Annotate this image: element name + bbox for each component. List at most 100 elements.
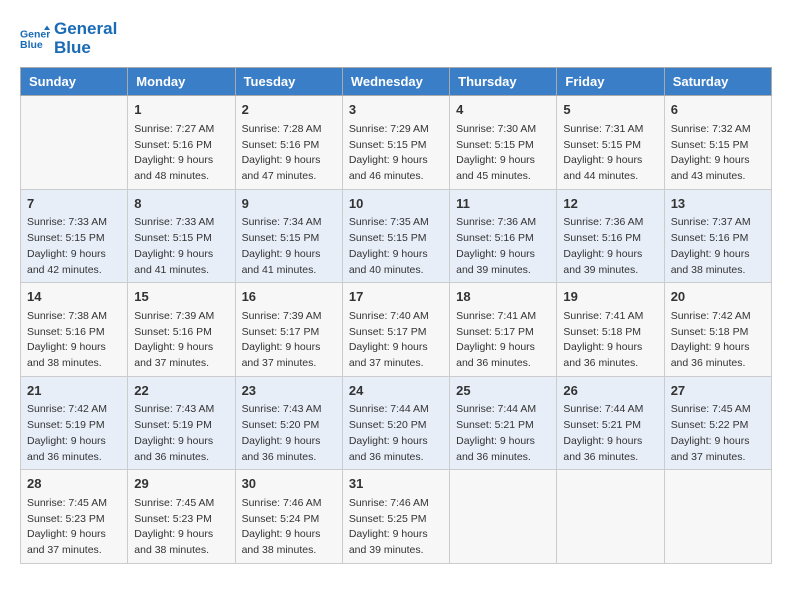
day-cell: 26Sunrise: 7:44 AMSunset: 5:21 PMDayligh… bbox=[557, 376, 664, 470]
day-cell: 29Sunrise: 7:45 AMSunset: 5:23 PMDayligh… bbox=[128, 470, 235, 564]
day-info: Sunrise: 7:45 AMSunset: 5:23 PMDaylight:… bbox=[27, 496, 121, 559]
day-number: 13 bbox=[671, 194, 765, 214]
day-cell: 16Sunrise: 7:39 AMSunset: 5:17 PMDayligh… bbox=[235, 283, 342, 377]
day-number: 5 bbox=[563, 100, 657, 120]
page-header: General Blue General Blue bbox=[20, 20, 772, 57]
day-cell: 28Sunrise: 7:45 AMSunset: 5:23 PMDayligh… bbox=[21, 470, 128, 564]
day-info: Sunrise: 7:44 AMSunset: 5:21 PMDaylight:… bbox=[456, 402, 550, 465]
logo-line1: General bbox=[54, 20, 117, 39]
day-cell: 25Sunrise: 7:44 AMSunset: 5:21 PMDayligh… bbox=[450, 376, 557, 470]
day-number: 28 bbox=[27, 474, 121, 494]
col-header-saturday: Saturday bbox=[664, 68, 771, 96]
day-info: Sunrise: 7:36 AMSunset: 5:16 PMDaylight:… bbox=[456, 215, 550, 278]
day-info: Sunrise: 7:41 AMSunset: 5:17 PMDaylight:… bbox=[456, 309, 550, 372]
day-number: 10 bbox=[349, 194, 443, 214]
day-cell: 9Sunrise: 7:34 AMSunset: 5:15 PMDaylight… bbox=[235, 189, 342, 283]
day-info: Sunrise: 7:41 AMSunset: 5:18 PMDaylight:… bbox=[563, 309, 657, 372]
col-header-monday: Monday bbox=[128, 68, 235, 96]
col-header-friday: Friday bbox=[557, 68, 664, 96]
day-number: 25 bbox=[456, 381, 550, 401]
day-number: 4 bbox=[456, 100, 550, 120]
header-row: SundayMondayTuesdayWednesdayThursdayFrid… bbox=[21, 68, 772, 96]
day-number: 17 bbox=[349, 287, 443, 307]
day-info: Sunrise: 7:35 AMSunset: 5:15 PMDaylight:… bbox=[349, 215, 443, 278]
day-info: Sunrise: 7:39 AMSunset: 5:17 PMDaylight:… bbox=[242, 309, 336, 372]
day-cell bbox=[557, 470, 664, 564]
day-number: 8 bbox=[134, 194, 228, 214]
logo-line2: Blue bbox=[54, 39, 117, 58]
day-info: Sunrise: 7:46 AMSunset: 5:25 PMDaylight:… bbox=[349, 496, 443, 559]
day-number: 12 bbox=[563, 194, 657, 214]
day-cell: 23Sunrise: 7:43 AMSunset: 5:20 PMDayligh… bbox=[235, 376, 342, 470]
day-cell: 8Sunrise: 7:33 AMSunset: 5:15 PMDaylight… bbox=[128, 189, 235, 283]
day-info: Sunrise: 7:42 AMSunset: 5:18 PMDaylight:… bbox=[671, 309, 765, 372]
day-cell: 12Sunrise: 7:36 AMSunset: 5:16 PMDayligh… bbox=[557, 189, 664, 283]
day-number: 22 bbox=[134, 381, 228, 401]
day-number: 20 bbox=[671, 287, 765, 307]
day-info: Sunrise: 7:32 AMSunset: 5:15 PMDaylight:… bbox=[671, 122, 765, 185]
day-info: Sunrise: 7:40 AMSunset: 5:17 PMDaylight:… bbox=[349, 309, 443, 372]
day-number: 21 bbox=[27, 381, 121, 401]
calendar-table: SundayMondayTuesdayWednesdayThursdayFrid… bbox=[20, 67, 772, 564]
day-number: 14 bbox=[27, 287, 121, 307]
day-number: 23 bbox=[242, 381, 336, 401]
day-info: Sunrise: 7:45 AMSunset: 5:23 PMDaylight:… bbox=[134, 496, 228, 559]
day-info: Sunrise: 7:37 AMSunset: 5:16 PMDaylight:… bbox=[671, 215, 765, 278]
day-cell: 11Sunrise: 7:36 AMSunset: 5:16 PMDayligh… bbox=[450, 189, 557, 283]
day-info: Sunrise: 7:44 AMSunset: 5:21 PMDaylight:… bbox=[563, 402, 657, 465]
day-info: Sunrise: 7:39 AMSunset: 5:16 PMDaylight:… bbox=[134, 309, 228, 372]
day-info: Sunrise: 7:27 AMSunset: 5:16 PMDaylight:… bbox=[134, 122, 228, 185]
day-cell: 18Sunrise: 7:41 AMSunset: 5:17 PMDayligh… bbox=[450, 283, 557, 377]
day-cell: 21Sunrise: 7:42 AMSunset: 5:19 PMDayligh… bbox=[21, 376, 128, 470]
day-cell: 27Sunrise: 7:45 AMSunset: 5:22 PMDayligh… bbox=[664, 376, 771, 470]
logo: General Blue General Blue bbox=[20, 20, 117, 57]
day-cell: 13Sunrise: 7:37 AMSunset: 5:16 PMDayligh… bbox=[664, 189, 771, 283]
day-info: Sunrise: 7:34 AMSunset: 5:15 PMDaylight:… bbox=[242, 215, 336, 278]
day-number: 11 bbox=[456, 194, 550, 214]
day-number: 26 bbox=[563, 381, 657, 401]
col-header-thursday: Thursday bbox=[450, 68, 557, 96]
week-row-5: 28Sunrise: 7:45 AMSunset: 5:23 PMDayligh… bbox=[21, 470, 772, 564]
day-cell: 22Sunrise: 7:43 AMSunset: 5:19 PMDayligh… bbox=[128, 376, 235, 470]
day-cell: 5Sunrise: 7:31 AMSunset: 5:15 PMDaylight… bbox=[557, 96, 664, 190]
day-number: 31 bbox=[349, 474, 443, 494]
day-number: 1 bbox=[134, 100, 228, 120]
day-cell: 2Sunrise: 7:28 AMSunset: 5:16 PMDaylight… bbox=[235, 96, 342, 190]
day-info: Sunrise: 7:29 AMSunset: 5:15 PMDaylight:… bbox=[349, 122, 443, 185]
day-number: 7 bbox=[27, 194, 121, 214]
day-number: 19 bbox=[563, 287, 657, 307]
day-number: 30 bbox=[242, 474, 336, 494]
day-number: 15 bbox=[134, 287, 228, 307]
day-cell: 14Sunrise: 7:38 AMSunset: 5:16 PMDayligh… bbox=[21, 283, 128, 377]
week-row-4: 21Sunrise: 7:42 AMSunset: 5:19 PMDayligh… bbox=[21, 376, 772, 470]
day-info: Sunrise: 7:36 AMSunset: 5:16 PMDaylight:… bbox=[563, 215, 657, 278]
day-cell: 4Sunrise: 7:30 AMSunset: 5:15 PMDaylight… bbox=[450, 96, 557, 190]
day-cell: 30Sunrise: 7:46 AMSunset: 5:24 PMDayligh… bbox=[235, 470, 342, 564]
day-info: Sunrise: 7:46 AMSunset: 5:24 PMDaylight:… bbox=[242, 496, 336, 559]
day-cell: 1Sunrise: 7:27 AMSunset: 5:16 PMDaylight… bbox=[128, 96, 235, 190]
day-cell bbox=[450, 470, 557, 564]
day-number: 9 bbox=[242, 194, 336, 214]
day-cell: 6Sunrise: 7:32 AMSunset: 5:15 PMDaylight… bbox=[664, 96, 771, 190]
day-cell bbox=[21, 96, 128, 190]
day-info: Sunrise: 7:30 AMSunset: 5:15 PMDaylight:… bbox=[456, 122, 550, 185]
day-info: Sunrise: 7:38 AMSunset: 5:16 PMDaylight:… bbox=[27, 309, 121, 372]
day-number: 2 bbox=[242, 100, 336, 120]
day-info: Sunrise: 7:44 AMSunset: 5:20 PMDaylight:… bbox=[349, 402, 443, 465]
logo-icon: General Blue bbox=[20, 24, 50, 54]
day-info: Sunrise: 7:33 AMSunset: 5:15 PMDaylight:… bbox=[134, 215, 228, 278]
day-cell: 17Sunrise: 7:40 AMSunset: 5:17 PMDayligh… bbox=[342, 283, 449, 377]
day-number: 24 bbox=[349, 381, 443, 401]
week-row-3: 14Sunrise: 7:38 AMSunset: 5:16 PMDayligh… bbox=[21, 283, 772, 377]
day-cell: 3Sunrise: 7:29 AMSunset: 5:15 PMDaylight… bbox=[342, 96, 449, 190]
day-info: Sunrise: 7:28 AMSunset: 5:16 PMDaylight:… bbox=[242, 122, 336, 185]
svg-text:Blue: Blue bbox=[20, 39, 43, 51]
day-info: Sunrise: 7:31 AMSunset: 5:15 PMDaylight:… bbox=[563, 122, 657, 185]
day-info: Sunrise: 7:43 AMSunset: 5:19 PMDaylight:… bbox=[134, 402, 228, 465]
week-row-2: 7 Sunrise: 7:33 AMSunset: 5:15 PMDaylight… bbox=[21, 189, 772, 283]
col-header-sunday: Sunday bbox=[21, 68, 128, 96]
col-header-wednesday: Wednesday bbox=[342, 68, 449, 96]
day-cell: 31Sunrise: 7:46 AMSunset: 5:25 PMDayligh… bbox=[342, 470, 449, 564]
day-number: 3 bbox=[349, 100, 443, 120]
day-info: Sunrise: 7:42 AMSunset: 5:19 PMDaylight:… bbox=[27, 402, 121, 465]
